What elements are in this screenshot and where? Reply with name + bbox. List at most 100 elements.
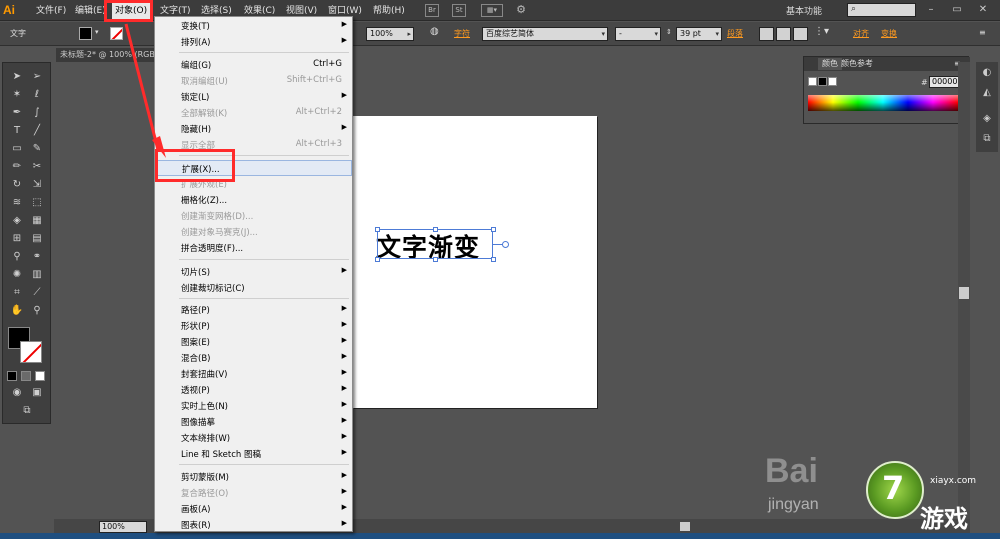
menu-item[interactable]: 透视(P) ▶ [155, 382, 352, 398]
font-size-field[interactable]: 39 pt ▾ [676, 27, 722, 41]
scale-tool-icon[interactable]: ⇲ [28, 177, 46, 193]
document-tab[interactable]: 未标题-2* @ 100% (RGB/预览) [56, 48, 156, 62]
horizontal-scroll-thumb[interactable] [680, 522, 690, 531]
menu-item[interactable]: 全部解锁(K) Alt+Ctrl+2 [155, 105, 352, 121]
rectangle-tool-icon[interactable]: ▭ [8, 141, 26, 157]
column-graph-icon[interactable]: ▥ [28, 267, 46, 283]
color-panel-icon[interactable]: ◐ [980, 66, 994, 80]
black-swatch[interactable] [818, 77, 827, 86]
font-style-select[interactable]: - ▾ [615, 27, 661, 41]
menu-item[interactable]: 图像描摹 ▶ [155, 414, 352, 430]
font-size-stepper[interactable]: ⇕ [666, 28, 672, 36]
paragraph-panel-link[interactable]: 段落 [727, 28, 743, 39]
perspective-grid-icon[interactable]: ▦ [28, 213, 46, 229]
menu-file[interactable]: 文件(F) [33, 3, 69, 19]
align-panel-link[interactable]: 对齐 [853, 28, 869, 39]
mesh-tool-icon[interactable]: ⊞ [8, 231, 26, 247]
zoom-select[interactable]: 100% [99, 521, 147, 533]
menu-item[interactable]: 剪切蒙版(M) ▶ [155, 469, 352, 485]
font-family-select[interactable]: 百度综艺简体 ▾ [482, 27, 608, 41]
artboard-tool-icon[interactable]: ⌗ [8, 285, 26, 301]
draw-mode-icon[interactable]: ◉ [8, 385, 26, 401]
type-tool-icon[interactable]: T [8, 123, 26, 139]
close-icon[interactable]: ✕ [974, 2, 992, 17]
menu-item[interactable]: 拼合透明度(F)... [155, 240, 352, 256]
minimize-icon[interactable]: – [922, 2, 940, 17]
white-swatch[interactable] [828, 77, 837, 86]
stroke-swatch[interactable] [110, 27, 123, 40]
gpu-icon[interactable]: ⚙ [514, 4, 528, 17]
recolor-icon[interactable]: ◍ [430, 26, 439, 37]
tab-color-guide[interactable]: 颜色参考 [841, 58, 873, 70]
artboards-icon[interactable]: ⧉ [980, 132, 994, 146]
menu-item[interactable]: 切片(S) ▶ [155, 264, 352, 280]
curvature-tool-icon[interactable]: ∫ [28, 105, 46, 121]
arrange-docs-icon[interactable]: ▦▾ [481, 4, 503, 17]
eyedropper-icon[interactable]: ⚲ [8, 249, 26, 265]
menu-item[interactable]: 画板(A) ▶ [155, 501, 352, 517]
layers-icon[interactable]: ◈ [980, 112, 994, 126]
menu-item[interactable]: 编组(G) Ctrl+G [155, 57, 352, 73]
vertical-scroll-thumb[interactable] [959, 287, 969, 299]
menu-item[interactable]: 取消编组(U) Shift+Ctrl+G [155, 73, 352, 89]
lasso-icon[interactable]: ℓ [28, 87, 46, 103]
menu-item[interactable]: 创建渐变网格(D)... [155, 208, 352, 224]
selection-tool-icon[interactable]: ➤ [8, 69, 26, 85]
resize-handle[interactable] [375, 257, 380, 262]
character-panel-link[interactable]: 字符 [454, 28, 470, 39]
align-left-button[interactable] [759, 27, 774, 41]
resize-handle[interactable] [433, 257, 438, 262]
menu-item[interactable]: 图案(E) ▶ [155, 334, 352, 350]
magic-wand-icon[interactable]: ✶ [8, 87, 26, 103]
pen-tool-icon[interactable]: ✒ [8, 105, 26, 121]
color-guide-icon[interactable]: ◭ [980, 86, 994, 100]
align-right-button[interactable] [793, 27, 808, 41]
help-search-input[interactable]: ⌕ [847, 3, 916, 17]
color-mode-button[interactable] [7, 371, 17, 381]
zoom-tool-icon[interactable]: ⚲ [28, 303, 46, 319]
fill-swatch[interactable] [79, 27, 92, 40]
tab-color[interactable]: 颜色 [818, 58, 842, 70]
none-mode-button[interactable] [35, 371, 45, 381]
menu-item[interactable]: 形状(P) ▶ [155, 318, 352, 334]
menu-item[interactable]: 封套扭曲(V) ▶ [155, 366, 352, 382]
menu-help[interactable]: 帮助(H) [370, 3, 408, 19]
menu-item[interactable]: 实时上色(N) ▶ [155, 398, 352, 414]
hand-tool-icon[interactable]: ✋ [8, 303, 26, 319]
menu-item[interactable]: 创建裁切标记(C) [155, 280, 352, 296]
menu-item[interactable]: 变换(T) ▶ [155, 18, 352, 34]
gradient-tool-icon[interactable]: ▤ [28, 231, 46, 247]
line-tool-icon[interactable]: ╱ [28, 123, 46, 139]
opacity-field[interactable]: 100% ▸ [366, 27, 414, 41]
resize-handle[interactable] [375, 227, 380, 232]
menu-item[interactable]: 锁定(L) ▶ [155, 89, 352, 105]
menu-item[interactable]: 栅格化(Z)... [155, 192, 352, 208]
menu-item[interactable]: 创建对象马赛克(J)... [155, 224, 352, 240]
stock-icon[interactable]: St [452, 4, 466, 17]
menu-item[interactable]: 文本绕排(W) ▶ [155, 430, 352, 446]
resize-handle[interactable] [491, 257, 496, 262]
rotate-tool-icon[interactable]: ↻ [8, 177, 26, 193]
screen-mode-icon[interactable]: ▣ [28, 385, 46, 401]
width-tool-icon[interactable]: ≋ [8, 195, 26, 211]
fill-dropdown-icon[interactable]: ▾ [95, 28, 99, 36]
pencil-icon[interactable]: ✏ [8, 159, 26, 175]
menu-item[interactable]: 排列(A) ▶ [155, 34, 352, 50]
transform-panel-link[interactable]: 变换 [881, 28, 897, 39]
bridge-icon[interactable]: Br [425, 4, 439, 17]
slice-tool-icon[interactable]: ⟋ [28, 285, 46, 301]
paintbrush-icon[interactable]: ✎ [28, 141, 46, 157]
stroke-color-box[interactable] [20, 341, 42, 363]
type-handle[interactable] [502, 241, 509, 248]
scissors-icon[interactable]: ✂ [28, 159, 46, 175]
resize-handle[interactable] [491, 227, 496, 232]
align-center-button[interactable] [776, 27, 791, 41]
none-swatch[interactable] [808, 77, 817, 86]
free-transform-icon[interactable]: ⬚ [28, 195, 46, 211]
workspace-switcher[interactable]: 基本功能 [786, 4, 822, 17]
menu-item[interactable]: 隐藏(H) ▶ [155, 121, 352, 137]
menu-item[interactable]: 复合路径(O) ▶ [155, 485, 352, 501]
gradient-mode-button[interactable] [21, 371, 31, 381]
blend-tool-icon[interactable]: ⚭ [28, 249, 46, 265]
hex-input[interactable]: 000000 [929, 76, 963, 88]
